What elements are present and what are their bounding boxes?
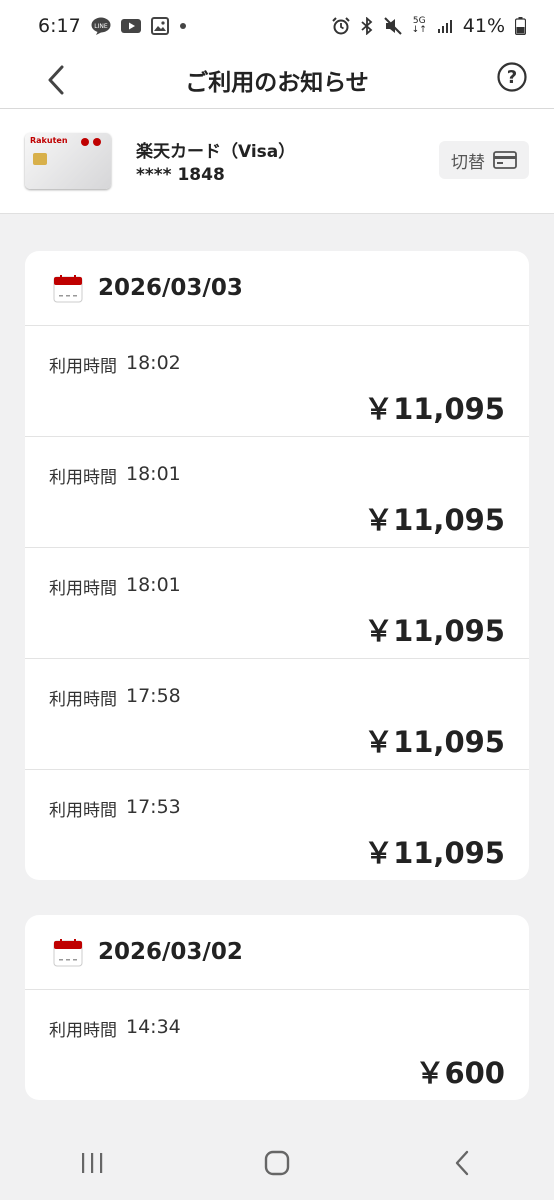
- network-5g: 5G ↓↑: [411, 16, 427, 35]
- transaction-row[interactable]: 利用時間 14:34 ￥600: [25, 990, 529, 1100]
- back-icon: [455, 1150, 468, 1176]
- mute-icon: [383, 17, 402, 35]
- card-mark: [93, 138, 101, 146]
- usage-time-label: 利用時間: [49, 468, 117, 488]
- status-bar: 6:17 LINE 5G ↓↑ 41%: [0, 0, 554, 52]
- svg-text:?: ?: [507, 67, 517, 88]
- calendar-icon: [53, 939, 83, 967]
- usage-time: 18:01: [126, 574, 181, 596]
- usage-amount: ￥11,095: [364, 614, 505, 648]
- home-icon: [264, 1150, 290, 1176]
- usage-time: 18:02: [126, 352, 181, 374]
- calendar-icon: [53, 275, 83, 303]
- card-chip: [33, 153, 47, 165]
- transaction-row[interactable]: 利用時間 18:01 ￥11,095: [25, 437, 529, 548]
- usage-time-label: 利用時間: [49, 1021, 117, 1041]
- system-nav-bar: [0, 1126, 554, 1200]
- app-header: ご利用のお知らせ ?: [0, 52, 554, 109]
- section-header: 2026/03/02: [25, 915, 529, 990]
- card-number: **** 1848: [136, 165, 225, 185]
- line-icon: LINE: [91, 17, 111, 35]
- section-date: 2026/03/03: [98, 275, 243, 301]
- usage-time: 17:53: [126, 796, 181, 818]
- usage-amount: ￥11,095: [364, 725, 505, 759]
- card-name: 楽天カード（Visa）: [136, 142, 296, 162]
- date-section: 2026/03/02 利用時間 14:34 ￥600: [25, 915, 529, 1100]
- usage-time-label: 利用時間: [49, 579, 117, 599]
- dot-icon: [179, 22, 187, 30]
- status-time: 6:17: [38, 15, 81, 37]
- card-mark: [81, 138, 89, 146]
- usage-time-label: 利用時間: [49, 357, 117, 377]
- recent-apps-icon: [82, 1153, 103, 1173]
- transaction-row[interactable]: 利用時間 18:02 ￥11,095: [25, 326, 529, 437]
- youtube-icon: [120, 18, 141, 34]
- usage-time: 17:58: [126, 685, 181, 707]
- battery-percent: 41%: [462, 15, 505, 37]
- signal-icon: [437, 18, 453, 34]
- card-icon: [493, 151, 517, 169]
- section-date: 2026/03/02: [98, 939, 243, 965]
- card-logo: Rakuten: [30, 136, 68, 145]
- system-back-button[interactable]: [432, 1143, 492, 1183]
- usage-time-label: 利用時間: [49, 690, 117, 710]
- switch-card-button[interactable]: 切替: [439, 141, 529, 179]
- usage-time-label: 利用時間: [49, 801, 117, 821]
- battery-icon: [515, 17, 526, 35]
- card-info-bar: Rakuten 楽天カード（Visa） **** 1848 切替: [0, 109, 554, 214]
- help-button[interactable]: ?: [496, 61, 528, 93]
- usage-amount: ￥600: [415, 1056, 505, 1090]
- svg-text:LINE: LINE: [94, 23, 108, 30]
- date-section: 2026/03/03 利用時間 18:02 ￥11,095 利用時間 18:01…: [25, 251, 529, 880]
- page-title: ご利用のお知らせ: [185, 70, 369, 96]
- bluetooth-icon: [360, 17, 374, 35]
- usage-amount: ￥11,095: [364, 836, 505, 870]
- usage-time: 14:34: [126, 1016, 181, 1038]
- transaction-row[interactable]: 利用時間 18:01 ￥11,095: [25, 548, 529, 659]
- alarm-icon: [331, 17, 350, 35]
- usage-amount: ￥11,095: [364, 503, 505, 537]
- switch-label: 切替: [451, 152, 485, 173]
- transaction-row[interactable]: 利用時間 17:53 ￥11,095: [25, 770, 529, 880]
- recent-apps-button[interactable]: [62, 1143, 122, 1183]
- transaction-row[interactable]: 利用時間 17:58 ￥11,095: [25, 659, 529, 770]
- help-icon: ?: [497, 62, 527, 92]
- usage-time: 18:01: [126, 463, 181, 485]
- usage-amount: ￥11,095: [364, 392, 505, 426]
- section-header: 2026/03/03: [25, 251, 529, 326]
- gallery-icon: [150, 17, 169, 35]
- credit-card-image: Rakuten: [25, 133, 111, 189]
- home-button[interactable]: [247, 1143, 307, 1183]
